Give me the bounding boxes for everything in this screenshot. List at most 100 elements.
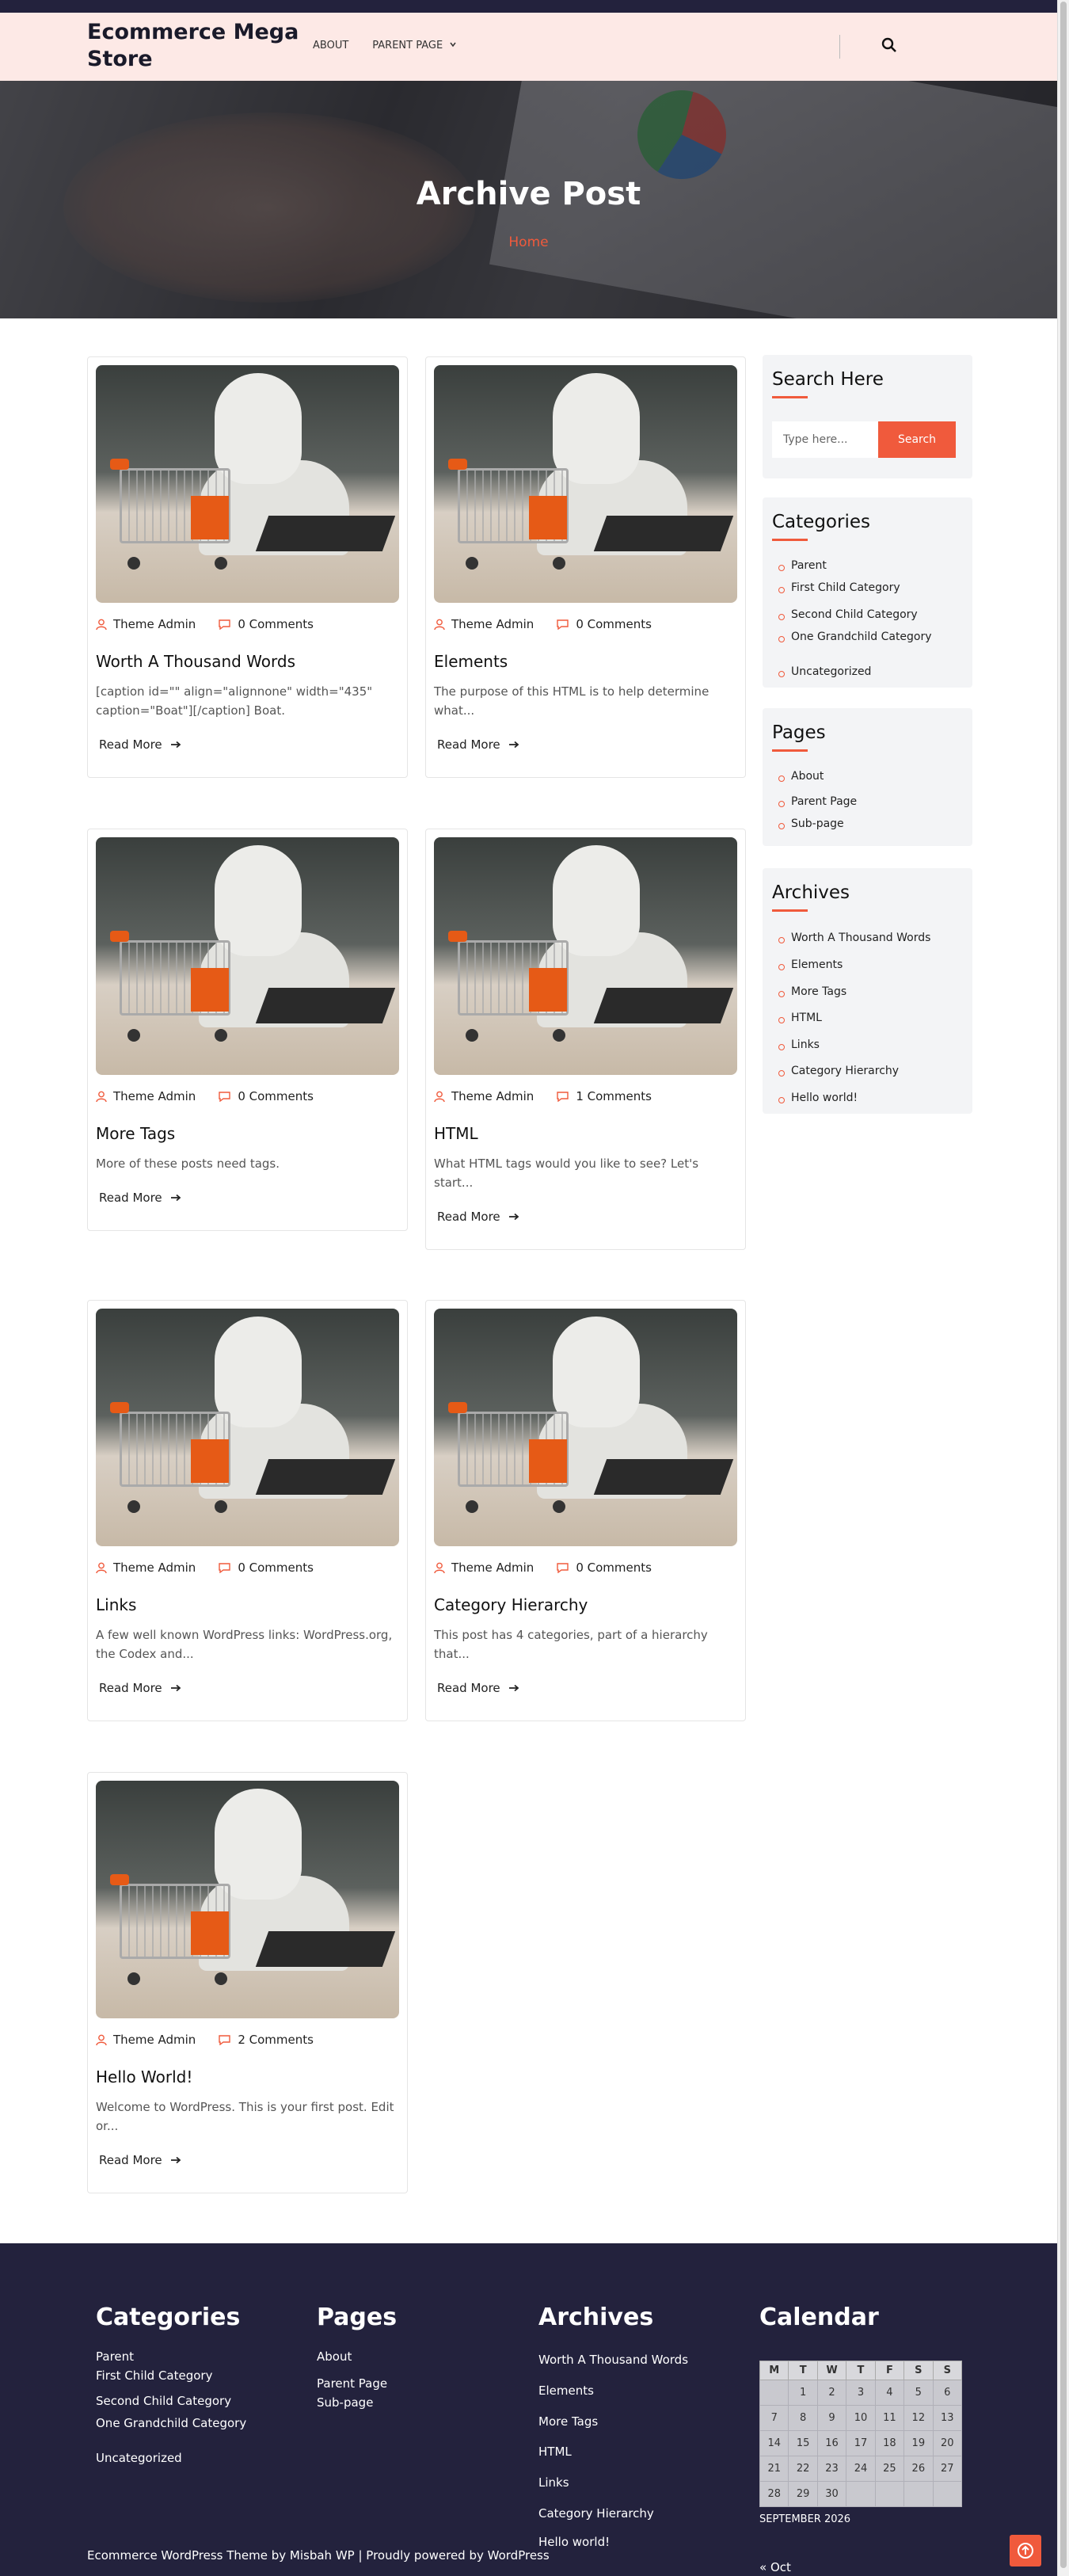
footer-category-item[interactable]: Uncategorized — [96, 2451, 182, 2465]
post-comments[interactable]: 0 Comments — [218, 1089, 314, 1103]
read-more-link[interactable]: Read More — [99, 2153, 181, 2167]
read-more-link[interactable]: Read More — [437, 737, 519, 752]
chevron-down-icon — [450, 42, 456, 48]
post-thumbnail[interactable] — [96, 837, 399, 1075]
post-title[interactable]: Hello World! — [96, 2067, 399, 2086]
footer-archive-item[interactable]: Worth A Thousand Words — [538, 2353, 688, 2367]
thumbnail-laptop — [255, 988, 396, 1023]
arrow-right-icon — [170, 1684, 181, 1692]
comment-icon — [557, 619, 569, 630]
footer-page-item[interactable]: Sub-page — [317, 2395, 373, 2410]
read-more-link[interactable]: Read More — [99, 737, 181, 752]
footer-category-item[interactable]: Parent — [96, 2349, 134, 2364]
post-thumbnail[interactable] — [434, 365, 737, 603]
calendar-week-row: 7 8 9 10 11 12 13 — [759, 2405, 963, 2431]
footer-category-item[interactable]: One Grandchild Category — [96, 2416, 246, 2430]
post-meta: Theme Admin 1 Comments — [434, 1089, 737, 1103]
scrollbar-thumb[interactable] — [1060, 2, 1067, 2568]
footer-category-item[interactable]: Second Child Category — [96, 2394, 231, 2408]
footer-page-item[interactable]: Parent Page — [317, 2376, 387, 2391]
nav-item-parent-page[interactable]: PARENT PAGE — [372, 40, 457, 51]
post-meta: Theme Admin 0 Comments — [96, 1560, 399, 1575]
arrow-right-icon — [170, 1194, 181, 1202]
read-more-link[interactable]: Read More — [437, 1681, 519, 1695]
sidebar-archive-item[interactable]: HTML — [772, 1012, 822, 1024]
calendar-day: 2 — [816, 2380, 847, 2406]
calendar-day: 14 — [759, 2430, 789, 2456]
sidebar-archive-item[interactable]: Category Hierarchy — [772, 1065, 899, 1077]
footer-page-item[interactable]: About — [317, 2349, 352, 2364]
sidebar-page-item[interactable]: About — [772, 770, 824, 783]
sidebar-page-item[interactable]: Parent Page — [772, 795, 857, 808]
calendar-day: 3 — [846, 2380, 876, 2406]
sidebar-archive-item[interactable]: More Tags — [772, 985, 846, 998]
nav-item-about[interactable]: ABOUT — [313, 40, 348, 51]
post-thumbnail[interactable] — [96, 1781, 399, 2018]
post-comments[interactable]: 0 Comments — [556, 617, 652, 631]
arrow-up-icon — [1018, 2543, 1033, 2559]
sidebar-archive-item[interactable]: Elements — [772, 958, 843, 971]
post-comments[interactable]: 0 Comments — [218, 1560, 314, 1575]
post-author[interactable]: Theme Admin — [96, 617, 196, 631]
post-card: Theme Admin 0 Comments More Tags More of… — [87, 829, 408, 1231]
sidebar-pages-widget: Pages About Parent Page Sub-page — [763, 708, 972, 846]
search-input[interactable]: Type here... — [772, 421, 878, 458]
footer-category-item[interactable]: First Child Category — [96, 2368, 212, 2383]
calendar-day: 27 — [932, 2456, 963, 2482]
sidebar-category-item[interactable]: Second Child Category — [772, 608, 918, 621]
post-thumbnail[interactable] — [96, 1309, 399, 1546]
post-author[interactable]: Theme Admin — [434, 617, 534, 631]
post-title[interactable]: HTML — [434, 1124, 737, 1143]
post-author[interactable]: Theme Admin — [96, 2033, 196, 2047]
sidebar-archive-item[interactable]: Links — [772, 1038, 820, 1051]
sidebar-archives-widget: Archives Worth A Thousand Words Elements… — [763, 868, 972, 1114]
footer-archive-item[interactable]: More Tags — [538, 2414, 598, 2429]
footer-archive-item[interactable]: Elements — [538, 2384, 594, 2398]
footer-archive-item[interactable]: Category Hierarchy — [538, 2506, 654, 2521]
post-author[interactable]: Theme Admin — [96, 1560, 196, 1575]
search-button[interactable]: Search — [878, 421, 956, 458]
footer-archive-item[interactable]: Links — [538, 2475, 569, 2490]
sidebar-archive-item[interactable]: Worth A Thousand Words — [772, 932, 930, 944]
calendar-day: 21 — [759, 2456, 789, 2482]
post-title[interactable]: Worth A Thousand Words — [96, 652, 399, 671]
sidebar-category-item[interactable]: One Grandchild Category — [772, 631, 932, 643]
read-more-label: Read More — [99, 1191, 162, 1205]
site-title[interactable]: Ecommerce Mega Store — [87, 19, 317, 73]
post-author[interactable]: Theme Admin — [96, 1089, 196, 1103]
post-thumbnail[interactable] — [434, 1309, 737, 1546]
post-excerpt: The purpose of this HTML is to help dete… — [434, 684, 709, 718]
post-comments[interactable]: 1 Comments — [556, 1089, 652, 1103]
post-thumbnail[interactable] — [96, 365, 399, 603]
post-comments[interactable]: 0 Comments — [218, 617, 314, 631]
sidebar-page-item[interactable]: Sub-page — [772, 817, 844, 830]
calendar-day: 29 — [788, 2481, 818, 2507]
sidebar-archive-item[interactable]: Hello world! — [772, 1092, 858, 1104]
read-more-link[interactable]: Read More — [99, 1681, 181, 1695]
sidebar-category-item[interactable]: Uncategorized — [772, 665, 871, 678]
read-more-link[interactable]: Read More — [437, 1210, 519, 1224]
calendar-prev-link[interactable]: « Oct — [759, 2560, 791, 2574]
post-title[interactable]: Category Hierarchy — [434, 1595, 737, 1614]
breadcrumb-home[interactable]: Home — [0, 234, 1057, 250]
footer-archive-item[interactable]: Hello world! — [538, 2535, 610, 2549]
post-comments[interactable]: 2 Comments — [218, 2033, 314, 2047]
calendar-day: 12 — [904, 2405, 934, 2431]
post-title[interactable]: Links — [96, 1595, 399, 1614]
footer-archive-item[interactable]: HTML — [538, 2445, 572, 2459]
post-card: Theme Admin 0 Comments Category Hierarch… — [425, 1300, 746, 1721]
post-title[interactable]: More Tags — [96, 1124, 399, 1143]
post-author[interactable]: Theme Admin — [434, 1089, 534, 1103]
search-icon[interactable] — [881, 36, 898, 54]
scroll-to-top-button[interactable] — [1010, 2535, 1041, 2566]
footer-categories-title: Categories — [96, 2304, 241, 2331]
page-scrollbar[interactable] — [1057, 0, 1069, 2576]
sidebar-search-title: Search Here — [772, 369, 884, 390]
post-author[interactable]: Theme Admin — [434, 1560, 534, 1575]
post-comments[interactable]: 0 Comments — [556, 1560, 652, 1575]
post-thumbnail[interactable] — [434, 837, 737, 1075]
sidebar-category-item[interactable]: First Child Category — [772, 581, 900, 594]
post-title[interactable]: Elements — [434, 652, 737, 671]
read-more-link[interactable]: Read More — [99, 1191, 181, 1205]
sidebar-category-item[interactable]: Parent — [772, 559, 827, 572]
